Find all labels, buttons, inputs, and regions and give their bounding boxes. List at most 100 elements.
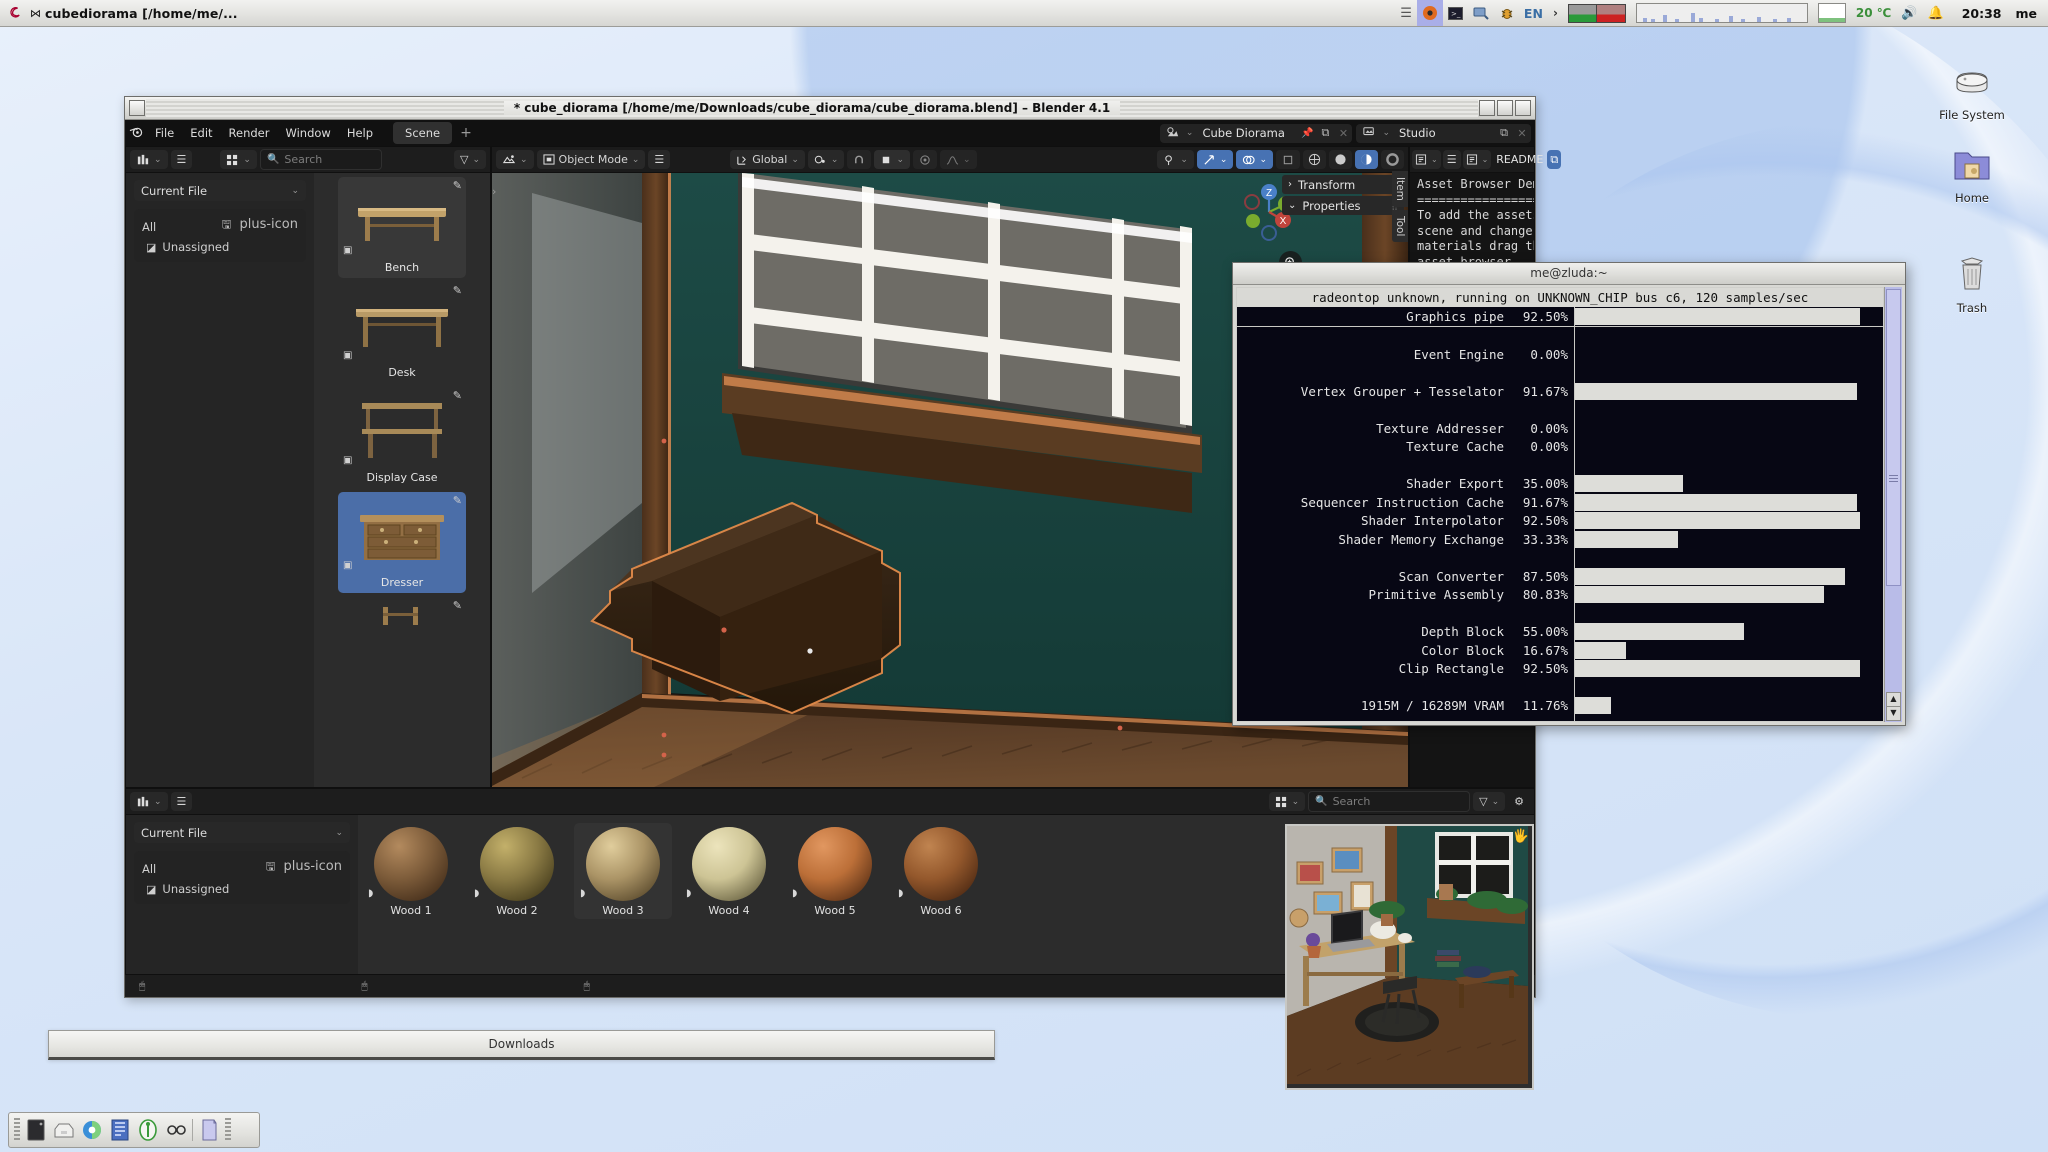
bell-icon[interactable]: 🔔 [1923, 0, 1949, 26]
menu-edit[interactable]: Edit [182, 123, 220, 143]
scene-icon[interactable] [1160, 126, 1186, 141]
text-datablock-icon[interactable]: ⌄ [1462, 150, 1492, 169]
clock[interactable]: 20:38 [1957, 0, 2007, 26]
scene-name[interactable]: Cube Diorama [1196, 126, 1298, 140]
dock-search-icon[interactable] [164, 1118, 188, 1142]
dock-files-icon[interactable] [108, 1118, 132, 1142]
blender-logo-icon[interactable] [125, 124, 147, 143]
menu-window[interactable]: Window [277, 123, 338, 143]
material-catalog-row-all[interactable]: All 🖫 plus-icon [142, 857, 342, 880]
material-item-wood-3[interactable]: ◗ Wood 3 [574, 823, 672, 919]
tray-keyboard-layout[interactable]: EN [1519, 0, 1548, 26]
shading-wireframe-icon[interactable] [1303, 150, 1326, 169]
shading-material-preview-icon[interactable] [1355, 150, 1378, 169]
asset-browser-editor-type-icon[interactable]: ⌄ [130, 150, 168, 169]
material-browser-menu-icon[interactable]: ☰ [170, 792, 193, 811]
asset-filter-icon[interactable]: ▽ ⌄ [453, 150, 486, 169]
editor-type-icon[interactable]: ⌄ [496, 150, 534, 169]
material-display-mode-icon[interactable]: ⌄ [1268, 792, 1306, 811]
asset-item-display-case[interactable]: ✎ ▣ Display Case [338, 387, 466, 488]
pin-icon[interactable]: 📌 [1298, 128, 1316, 139]
asset-item-partial[interactable]: ✎ [338, 597, 466, 631]
gear-icon[interactable]: ⚙ [1508, 792, 1530, 811]
material-item-wood-5[interactable]: ◗ Wood 5 [786, 823, 884, 919]
preview-pan-hand-icon[interactable]: 🖐 [1513, 829, 1529, 844]
remove-viewlayer-icon[interactable]: ✕ [1513, 127, 1531, 140]
asset-item-bench[interactable]: ✎ ▣ Bench [338, 177, 466, 278]
menu-file[interactable]: File [147, 123, 182, 143]
snap-magnet-icon[interactable] [847, 150, 872, 169]
terminal-window[interactable]: me@zluda:~ radeontop unknown, running on… [1232, 262, 1906, 726]
asset-library-dropdown[interactable]: Current File ⌄ [134, 180, 306, 201]
viewport-sidebar[interactable]: › Transform ⣿ ⌄ Properties ⣿ [1278, 173, 1408, 217]
terminal-scrollbar[interactable]: ▲ ▼ [1884, 287, 1902, 722]
new-viewlayer-icon[interactable]: ⧉ [1495, 126, 1513, 140]
memory-graph-applet[interactable] [1813, 0, 1851, 26]
material-filter-icon[interactable]: ▽ ⌄ [1473, 792, 1506, 811]
user-name[interactable]: me [2010, 0, 2042, 26]
transform-orientation-dropdown[interactable]: Global ⌄ [730, 150, 805, 169]
add-workspace-button[interactable]: + [452, 125, 480, 141]
edit-asset-icon[interactable]: ✎ [453, 179, 462, 192]
text-new-icon[interactable]: ⧉ [1547, 150, 1562, 169]
edit-asset-icon[interactable]: ✎ [453, 599, 462, 612]
tray-chevron-icon[interactable]: › [1548, 0, 1563, 26]
edit-asset-icon[interactable]: ✎ [453, 389, 462, 402]
tray-bug-icon[interactable] [1494, 0, 1519, 26]
tray-terminal-icon[interactable]: >_ [1443, 0, 1468, 26]
interaction-mode-dropdown[interactable]: Object Mode ⌄ [536, 150, 646, 169]
edit-asset-icon[interactable]: ✎ [453, 494, 462, 507]
dock-app-icon[interactable] [136, 1118, 160, 1142]
overlays-icon[interactable]: ⌄ [1236, 150, 1273, 169]
plus-icon[interactable]: plus-icon [283, 859, 342, 878]
viewlayer-datablock-field[interactable]: ⌄ Studio ⧉ ✕ [1356, 123, 1531, 143]
shading-solid-icon[interactable] [1329, 150, 1352, 169]
maximize-button[interactable] [1497, 100, 1513, 116]
viewport-sidebar-tabs[interactable]: Item Tool [1392, 171, 1409, 245]
close-button[interactable] [1515, 100, 1531, 116]
material-item-wood-6[interactable]: ◗ Wood 6 [892, 823, 990, 919]
scroll-up-button[interactable]: ▲ [1886, 692, 1901, 707]
dock-browser-icon[interactable] [80, 1118, 104, 1142]
desktop-icon-trash[interactable]: Trash [1912, 255, 2032, 315]
asset-search-input[interactable]: 🔍 Search [259, 149, 382, 170]
save-icon[interactable]: 🖫 [266, 859, 276, 878]
dock-notes-icon[interactable] [197, 1118, 221, 1142]
unlink-scene-icon[interactable]: ✕ [1334, 127, 1352, 140]
asset-browser-menu-icon[interactable]: ☰ [170, 150, 193, 169]
menu-render[interactable]: Render [221, 123, 278, 143]
visibility-icon[interactable]: ⌄ [1157, 150, 1194, 169]
scene-datablock-field[interactable]: ⌄ Cube Diorama 📌 ⧉ ✕ [1159, 123, 1353, 143]
text-editor-menu-icon[interactable]: ☰ [1442, 150, 1461, 169]
material-catalog-row-unassigned[interactable]: ◪ Unassigned [142, 880, 342, 898]
dock-grip-right[interactable] [225, 1118, 231, 1142]
tray-record-icon[interactable] [1416, 0, 1443, 26]
viewlayer-name[interactable]: Studio [1393, 126, 1495, 140]
material-item-wood-2[interactable]: ◗ Wood 2 [468, 823, 566, 919]
scrollbar-thumb[interactable] [1886, 289, 1901, 586]
display-mode-icon[interactable]: ⌄ [220, 150, 257, 169]
pivot-point-icon[interactable]: ⌄ [807, 150, 845, 169]
text-editor-type-icon[interactable]: ⌄ [1412, 150, 1441, 169]
viewlayer-icon[interactable] [1356, 126, 1382, 141]
dock-terminal-icon[interactable] [24, 1118, 48, 1142]
workspace-tab-scene[interactable]: Scene [393, 122, 453, 144]
material-browser-editor-type-icon[interactable]: ⌄ [130, 792, 168, 811]
toolbar-expand-arrow[interactable]: › [492, 185, 496, 198]
minimize-button[interactable] [1479, 100, 1495, 116]
taskbar-window-button[interactable]: Downloads [48, 1030, 995, 1060]
gizmo-icon[interactable]: ⌄ [1196, 150, 1234, 169]
catalog-row-all[interactable]: All 🖫 plus-icon [142, 215, 298, 238]
menu-help[interactable]: Help [339, 123, 381, 143]
sidebar-tab-tool[interactable]: Tool [1392, 209, 1408, 243]
asset-grid[interactable]: ✎ ▣ Bench ✎ ▣ Desk ✎ ▣ Display Case ✎ ▣ … [314, 173, 490, 787]
shading-rendered-icon[interactable] [1381, 150, 1404, 169]
plus-icon[interactable]: plus-icon [239, 217, 298, 236]
desktop-icon-home[interactable]: Home [1912, 145, 2032, 205]
viewport-menu-icon[interactable]: ☰ [648, 150, 671, 169]
material-item-wood-4[interactable]: ◗ Wood 4 [680, 823, 778, 919]
render-preview-image[interactable]: 🖐 [1285, 824, 1534, 1090]
sidebar-panel-properties[interactable]: ⌄ Properties ⣿ [1282, 196, 1404, 215]
asset-item-dresser[interactable]: ✎ ▣ Dresser [338, 492, 466, 593]
dock-grip[interactable] [14, 1118, 20, 1142]
